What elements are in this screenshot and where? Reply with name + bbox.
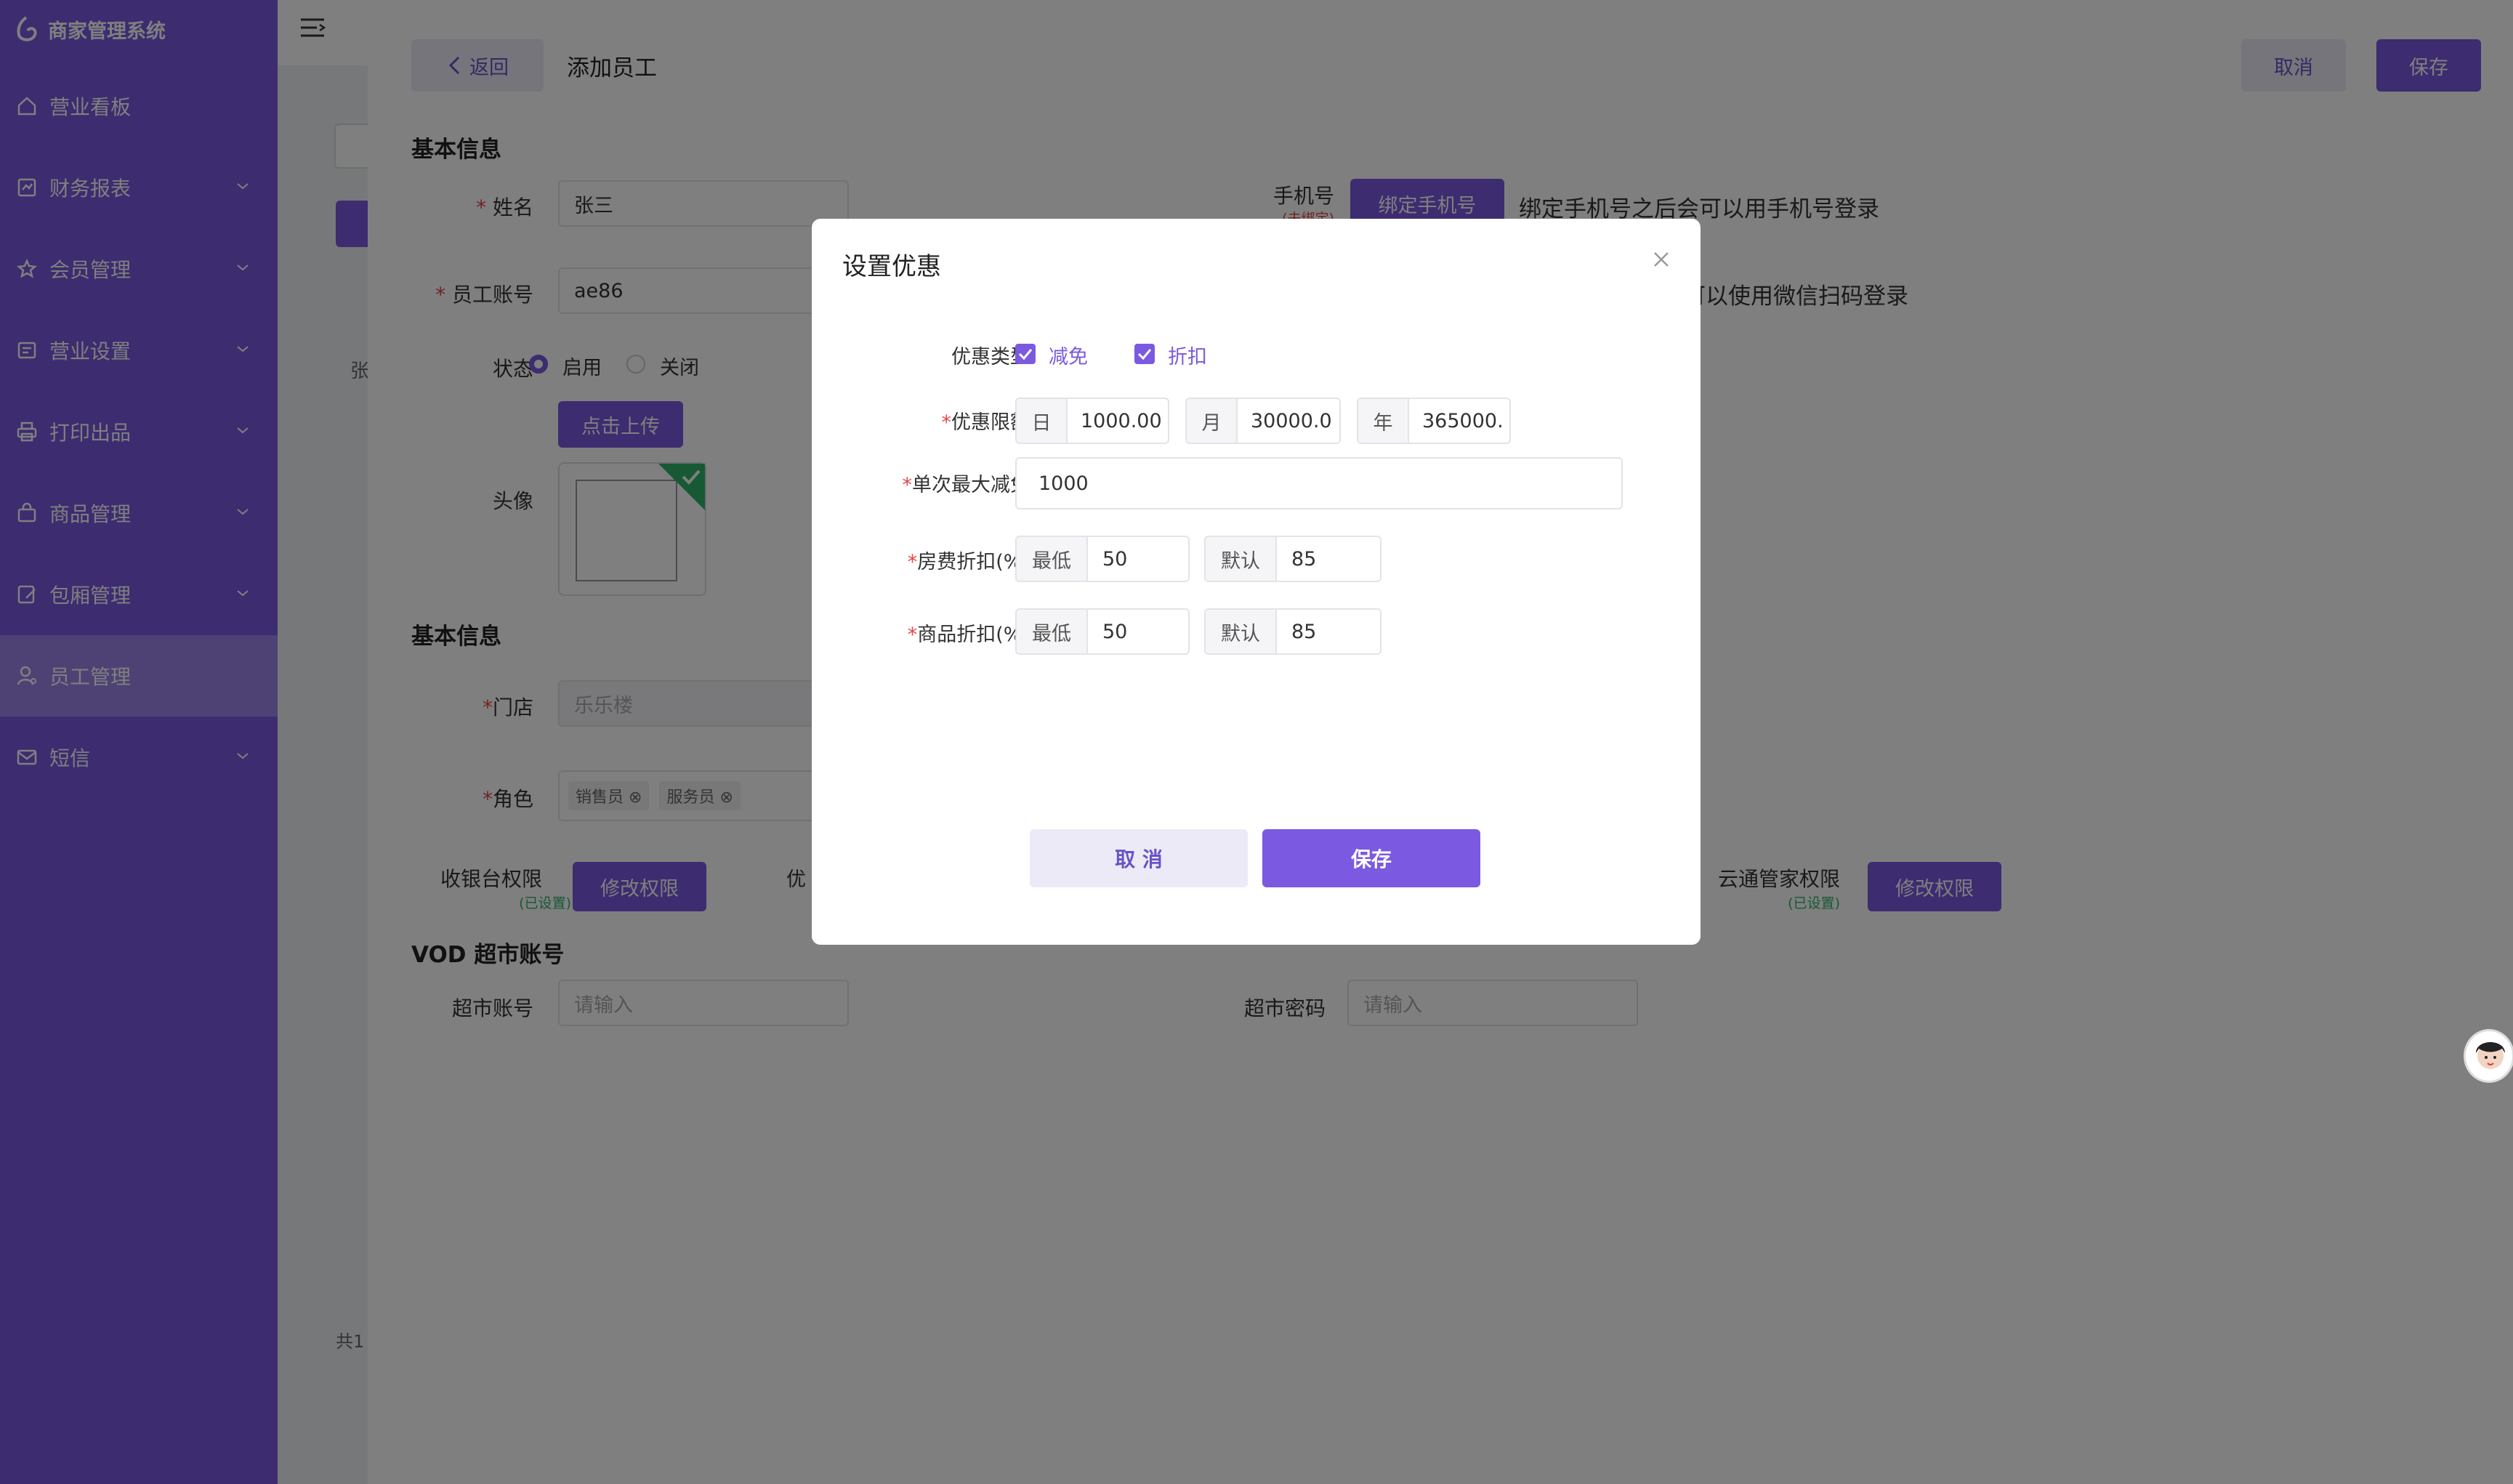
month-limit-value: 30000.0 (1251, 409, 1332, 432)
room-default-value: 85 (1291, 547, 1317, 570)
goods-min-value: 50 (1102, 620, 1128, 643)
goods-default-value: 85 (1291, 620, 1317, 643)
year-limit-value: 365000. (1422, 409, 1504, 432)
goods-discount-label: *商品折扣(%) (907, 624, 1030, 646)
room-min-input[interactable]: 最低 50 (1015, 536, 1190, 582)
year-limit-input[interactable]: 年 365000. (1357, 398, 1511, 444)
day-prefix: 日 (1017, 399, 1068, 443)
assistant-avatar-icon (2476, 1042, 2505, 1069)
discount-option-label: 折扣 (1168, 346, 1207, 368)
check-icon (1137, 349, 1152, 360)
goods-min-input[interactable]: 最低 50 (1015, 608, 1190, 655)
day-limit-input[interactable]: 日 1000.00 (1015, 398, 1169, 444)
dialog-save-button[interactable]: 保存 (1262, 829, 1480, 887)
support-avatar[interactable] (2464, 1029, 2513, 1083)
reduction-option-label: 减免 (1049, 346, 1088, 368)
dialog-cancel-button[interactable]: 取 消 (1030, 829, 1248, 887)
max-reduction-label: *单次最大减免 (902, 474, 1030, 496)
room-default-input[interactable]: 默认 85 (1204, 536, 1381, 582)
close-icon[interactable] (1651, 249, 1671, 270)
month-prefix: 月 (1187, 399, 1238, 443)
discount-checkbox[interactable] (1134, 344, 1155, 364)
discount-type-label: 优惠类型 (951, 346, 1030, 368)
room-min-prefix: 最低 (1017, 537, 1088, 581)
day-limit-value: 1000.00 (1081, 409, 1162, 432)
goods-min-prefix: 最低 (1017, 610, 1088, 653)
room-discount-label: *房费折扣(%) (907, 551, 1030, 573)
discount-settings-dialog: 设置优惠 优惠类型 减免 折扣 *优惠限额 日 1000.00 月 30000.… (812, 219, 1701, 945)
room-default-prefix: 默认 (1206, 537, 1277, 581)
check-icon (1018, 349, 1033, 360)
max-reduction-input[interactable]: 1000 (1015, 457, 1623, 509)
goods-default-input[interactable]: 默认 85 (1204, 608, 1381, 655)
goods-default-prefix: 默认 (1206, 610, 1277, 653)
year-prefix: 年 (1358, 399, 1409, 443)
reduction-checkbox[interactable] (1015, 344, 1036, 364)
discount-limit-label: *优惠限额 (941, 411, 1030, 434)
dialog-title: 设置优惠 (842, 252, 941, 281)
month-limit-input[interactable]: 月 30000.0 (1185, 398, 1341, 444)
room-min-value: 50 (1102, 547, 1128, 570)
